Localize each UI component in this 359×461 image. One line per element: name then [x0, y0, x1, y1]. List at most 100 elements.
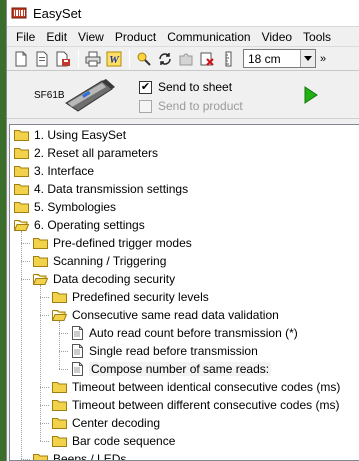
- folder-closed-icon: [33, 237, 48, 249]
- tree-connector-line: [21, 231, 22, 459]
- send-to-sheet-checkbox[interactable]: ✔ Send to sheet: [139, 80, 232, 94]
- tree-connector-line: [21, 261, 30, 262]
- tree-item[interactable]: Auto read count before transmission (*): [71, 324, 298, 342]
- tree-item[interactable]: Timeout between different consecutive co…: [52, 396, 339, 414]
- tree-item[interactable]: 1. Using EasySet: [14, 126, 126, 144]
- toolbar-overflow-icon[interactable]: »: [320, 53, 326, 65]
- open-document-icon[interactable]: [32, 49, 52, 69]
- settings-tree[interactable]: 1. Using EasySet 2. Reset all parameters 3…: [9, 124, 359, 461]
- tree-item-label: Timeout between identical consecutive co…: [72, 380, 341, 394]
- tree-item[interactable]: Beeps / LEDs: [33, 450, 127, 461]
- tree-item[interactable]: 2. Reset all parameters: [14, 144, 158, 162]
- svg-text:W: W: [109, 54, 120, 66]
- tree-item[interactable]: Bar code sequence: [52, 432, 175, 450]
- tree-item-label: Scanning / Triggering: [53, 254, 167, 268]
- menu-bar: File Edit View Product Communication Vid…: [7, 27, 359, 47]
- menu-product[interactable]: Product: [110, 30, 162, 44]
- tree-item-label: Compose number of same reads:: [89, 362, 272, 376]
- new-document-icon[interactable]: [11, 49, 31, 69]
- tree-item[interactable]: Data decoding security: [32, 270, 176, 288]
- menu-edit[interactable]: Edit: [41, 30, 73, 44]
- tree-item-label: 2. Reset all parameters: [34, 146, 159, 160]
- menu-video[interactable]: Video: [257, 30, 298, 44]
- tree-item-label: Center decoding: [72, 416, 161, 430]
- easyset-window: EasySet File Edit View Product Communica…: [6, 0, 359, 461]
- menu-communication[interactable]: Communication: [162, 30, 256, 44]
- tree-connector-line: [40, 405, 49, 406]
- tree-item-label: 1. Using EasySet: [34, 128, 127, 142]
- toolbar: W 18 cm »: [7, 47, 359, 71]
- tree-item[interactable]: Timeout between identical consecutive co…: [52, 378, 340, 396]
- checkbox-checked[interactable]: ✔: [139, 80, 152, 94]
- tree-connector-line: [21, 243, 30, 244]
- ruler-icon: [218, 49, 238, 69]
- play-icon[interactable]: [303, 86, 319, 104]
- tree-item[interactable]: 5. Symbologies: [14, 198, 116, 216]
- tree-connector-line: [59, 321, 60, 369]
- word-export-icon[interactable]: W: [104, 49, 124, 69]
- print-icon[interactable]: [83, 49, 103, 69]
- app-icon: [11, 5, 27, 21]
- device-model-label: SF61B: [34, 90, 65, 101]
- tree-item-label: Single read before transmission: [89, 344, 258, 358]
- menu-tools[interactable]: Tools: [298, 30, 337, 44]
- tree-item-label: Data decoding security: [53, 272, 176, 286]
- tree-connector-line: [40, 285, 41, 441]
- document-icon: [71, 362, 84, 376]
- checkbox-unchecked: [139, 99, 152, 113]
- tree-connector-line: [40, 423, 49, 424]
- scanner-beam-icon[interactable]: [134, 49, 154, 69]
- title-bar: EasySet: [7, 0, 359, 27]
- folder-open-icon: [13, 219, 30, 231]
- tree-item-label: 5. Symbologies: [34, 200, 117, 214]
- puzzle-icon[interactable]: [176, 49, 196, 69]
- tree-connector-line: [40, 297, 49, 298]
- sync-icon[interactable]: [155, 49, 175, 69]
- tree-item[interactable]: Pre-defined trigger modes: [33, 234, 192, 252]
- tree-item[interactable]: Center decoding: [52, 414, 160, 432]
- tree-connector-line: [40, 441, 49, 442]
- tree-item[interactable]: Single read before transmission: [71, 342, 258, 360]
- folder-closed-icon: [14, 201, 29, 213]
- tree-item-label: Timeout between different consecutive co…: [72, 398, 340, 412]
- tree-item[interactable]: Predefined security levels: [52, 288, 209, 306]
- tree-connector-line: [21, 459, 30, 460]
- send-to-sheet-label: Send to sheet: [158, 80, 233, 94]
- zoom-value: 18 cm: [248, 51, 281, 66]
- tree-item[interactable]: Compose number of same reads:: [71, 360, 272, 378]
- tree-connector-line: [40, 315, 49, 316]
- tree-item-label: Pre-defined trigger modes: [53, 236, 192, 250]
- tree-connector-line: [59, 351, 68, 352]
- folder-closed-icon: [14, 165, 29, 177]
- folder-closed-icon: [52, 417, 67, 429]
- tree-item[interactable]: Scanning / Triggering: [33, 252, 166, 270]
- tree-item-label: 6. Operating settings: [34, 218, 145, 232]
- tree-item[interactable]: 4. Data transmission settings: [14, 180, 188, 198]
- menu-view[interactable]: View: [73, 30, 110, 44]
- toolbar-separator: [78, 49, 79, 68]
- folder-closed-icon: [52, 381, 67, 393]
- folder-closed-icon: [14, 147, 29, 159]
- tree-item[interactable]: 6. Operating settings: [13, 216, 145, 234]
- folder-closed-icon: [33, 453, 48, 460]
- tree-item-label: Beeps / LEDs: [53, 452, 127, 461]
- tree-connector-line: [40, 387, 49, 388]
- tree-item-label: 3. Interface: [34, 164, 95, 178]
- folder-closed-icon: [52, 291, 67, 303]
- zoom-dropdown[interactable]: 18 cm: [243, 49, 316, 68]
- tree-item[interactable]: 3. Interface: [14, 162, 94, 180]
- document-icon: [71, 326, 84, 340]
- tree-item-label: Auto read count before transmission (*): [89, 326, 298, 340]
- tree-item-label: 4. Data transmission settings: [34, 182, 189, 196]
- scanner-device-image: [62, 77, 118, 118]
- chevron-down-icon[interactable]: [300, 50, 315, 67]
- send-to-product-checkbox: Send to product: [139, 99, 243, 113]
- folder-closed-icon: [52, 399, 67, 411]
- tree-item-label: Bar code sequence: [72, 434, 176, 448]
- delete-icon[interactable]: [197, 49, 217, 69]
- tree-item[interactable]: Consecutive same read data validation: [51, 306, 279, 324]
- send-to-product-label: Send to product: [158, 99, 243, 113]
- menu-file[interactable]: File: [11, 30, 41, 44]
- folder-closed-icon: [33, 255, 48, 267]
- save-document-icon[interactable]: [53, 49, 73, 69]
